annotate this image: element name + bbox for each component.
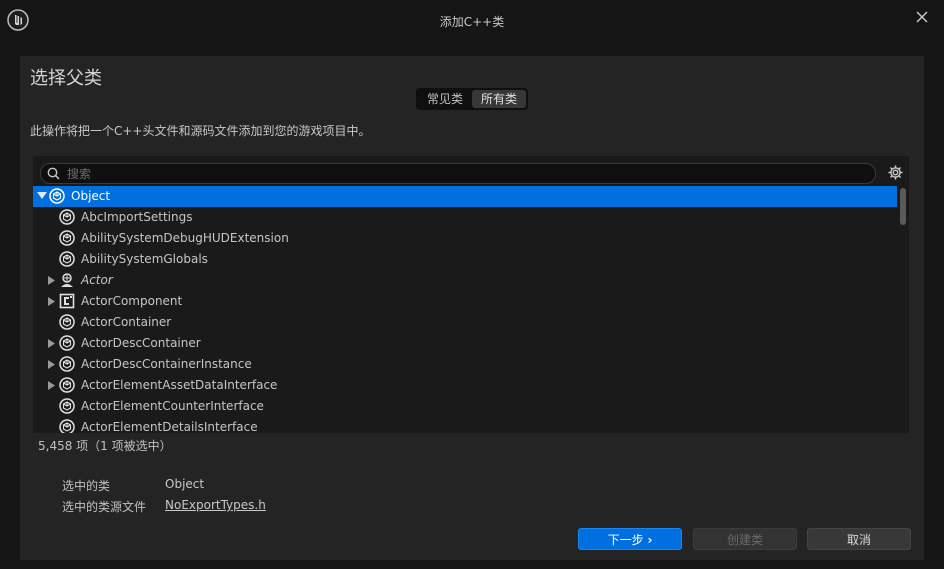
actor-icon: [61, 273, 73, 287]
page-title: 选择父类: [30, 68, 102, 89]
item-count-status: 5,458 项（1 项被选中）: [38, 439, 172, 453]
selected-class-value: Object: [165, 477, 205, 491]
tree-row[interactable]: Actor: [33, 270, 897, 291]
tab-all-classes[interactable]: 所有类: [472, 90, 526, 108]
expanded-arrow-icon[interactable]: [37, 192, 47, 200]
tree-scrollbar[interactable]: [897, 186, 909, 433]
collapsed-arrow-icon[interactable]: [48, 381, 56, 390]
tree-row-label: ActorElementCounterInterface: [81, 399, 264, 413]
selected-class-label: 选中的类: [62, 479, 111, 493]
tree-row-label: ActorDescContainer: [81, 336, 201, 350]
collapsed-arrow-icon[interactable]: [48, 360, 56, 369]
next-button-label: 下一步: [607, 533, 644, 547]
window-title: 添加C++类: [439, 15, 505, 29]
settings-gear-icon[interactable]: [887, 164, 904, 181]
object-icon: [59, 230, 75, 246]
object-icon: [59, 314, 75, 330]
tree-row[interactable]: ActorElementAssetDataInterface: [33, 375, 897, 396]
class-tree: Object AbcImportSettings AbilitySystemDe…: [33, 186, 897, 433]
tab-common-classes[interactable]: 常见类: [418, 90, 472, 108]
create-class-button[interactable]: 创建类: [693, 528, 797, 550]
tree-row[interactable]: ActorElementCounterInterface: [33, 396, 897, 417]
object-icon: [49, 188, 65, 204]
tree-row-label: AbilitySystemGlobals: [81, 252, 208, 266]
object-icon: [59, 251, 75, 267]
tree-row-label: AbilitySystemDebugHUDExtension: [81, 231, 289, 245]
object-icon: [59, 356, 75, 372]
tree-row-label: ActorComponent: [81, 294, 183, 308]
tree-row[interactable]: AbilitySystemGlobals: [33, 249, 897, 270]
object-icon: [59, 419, 75, 433]
collapsed-arrow-icon[interactable]: [48, 297, 56, 306]
tree-row-label: Object: [71, 189, 111, 203]
object-icon: [59, 209, 75, 225]
tree-row[interactable]: AbilitySystemDebugHUDExtension: [33, 228, 897, 249]
tree-row[interactable]: ActorContainer: [33, 312, 897, 333]
collapsed-arrow-icon[interactable]: [48, 276, 56, 285]
tree-row[interactable]: Object: [33, 186, 897, 207]
tree-row-label: ActorDescContainerInstance: [81, 357, 252, 371]
title-bar: 添加C++类: [0, 0, 944, 42]
tree-row-label: Actor: [81, 273, 113, 287]
tree-row[interactable]: ActorDescContainer: [33, 333, 897, 354]
chevron-right-icon: ›: [647, 533, 653, 547]
search-input[interactable]: [67, 164, 857, 183]
tree-row-label: ActorElementAssetDataInterface: [81, 378, 278, 392]
tree-row-label: ActorElementDetailsInterface: [81, 420, 258, 433]
tree-row[interactable]: ActorComponent: [33, 291, 897, 312]
scrollbar-thumb[interactable]: [900, 188, 906, 225]
tree-row-label: ActorContainer: [81, 315, 172, 329]
tree-row-label: AbcImportSettings: [81, 210, 193, 224]
search-box[interactable]: [40, 163, 876, 184]
search-icon: [47, 167, 60, 180]
close-icon[interactable]: [912, 7, 932, 27]
tree-row[interactable]: AbcImportSettings: [33, 207, 897, 228]
tree-row[interactable]: ActorElementDetailsInterface: [33, 417, 897, 433]
next-button[interactable]: 下一步 ›: [578, 528, 682, 550]
tree-row[interactable]: ActorDescContainerInstance: [33, 354, 897, 375]
object-icon: [59, 377, 75, 393]
cancel-button[interactable]: 取消: [807, 528, 911, 550]
selected-source-link[interactable]: NoExportTypes.h: [165, 498, 266, 512]
selected-source-label: 选中的类源文件: [62, 500, 147, 514]
collapsed-arrow-icon[interactable]: [48, 339, 56, 348]
object-icon: [59, 335, 75, 351]
description-text: 此操作将把一个C++头文件和源码文件添加到您的游戏项目中。: [30, 124, 371, 138]
class-filter-tabs: 常见类 所有类: [416, 88, 528, 110]
component-icon: [59, 293, 75, 309]
dialog-panel: 选择父类 常见类 所有类 此操作将把一个C++头文件和源码文件添加到您的游戏项目…: [20, 56, 924, 560]
object-icon: [59, 398, 75, 414]
